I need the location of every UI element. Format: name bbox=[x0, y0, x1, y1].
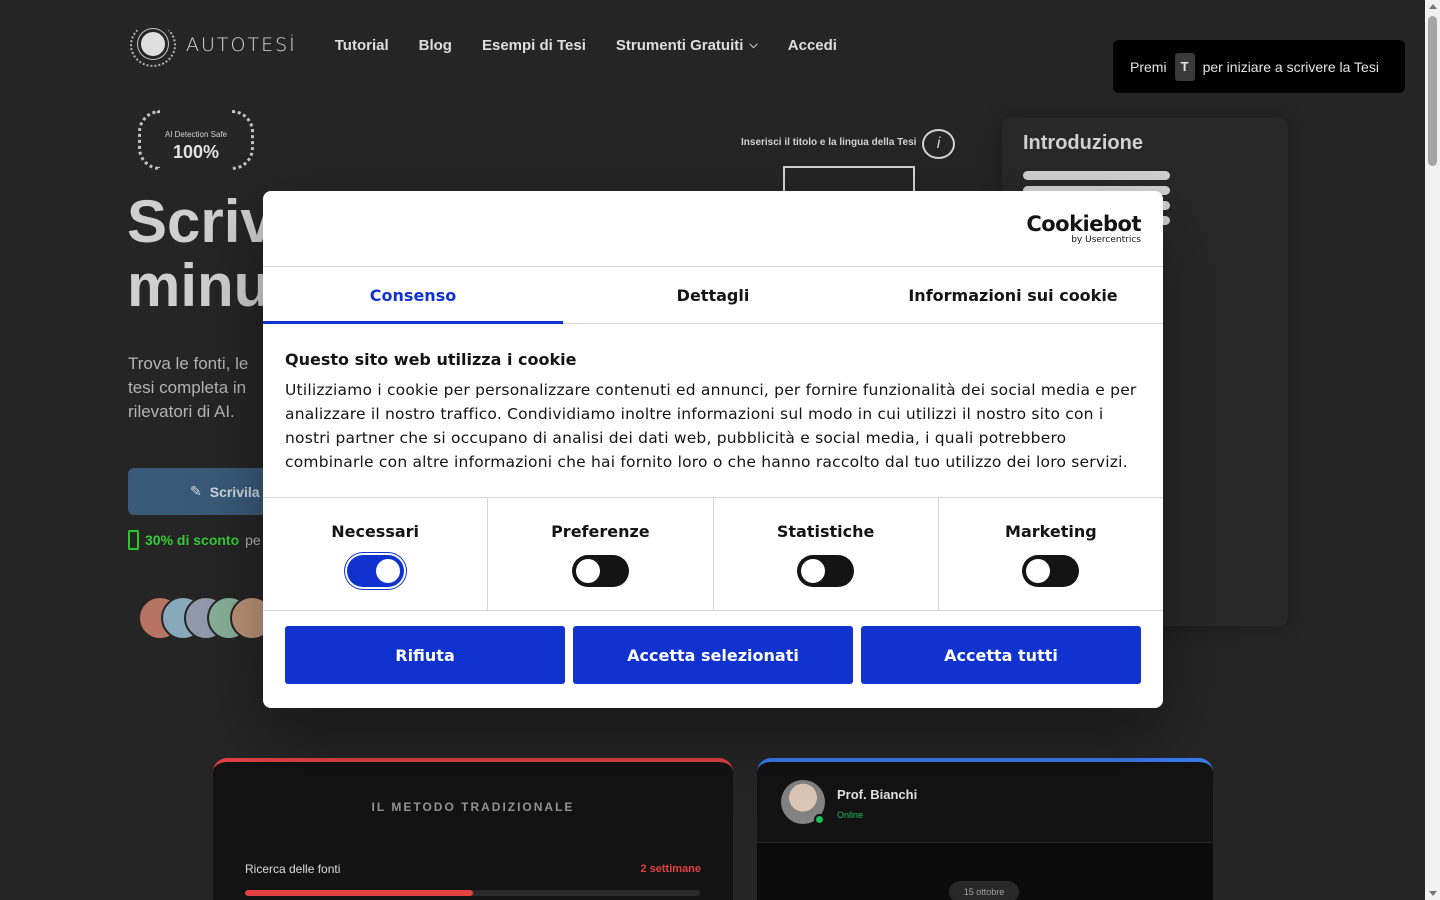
cookiebot-logo-subtext: by Usercentrics bbox=[1071, 235, 1141, 245]
category-label: Statistiche bbox=[776, 522, 875, 541]
dialog-tabs: Consenso Dettagli Informazioni sui cooki… bbox=[263, 267, 1163, 324]
reject-button[interactable]: Rifiuta bbox=[285, 626, 565, 684]
toggle-knob bbox=[375, 559, 400, 583]
tab-dettagli[interactable]: Dettagli bbox=[563, 267, 863, 323]
cookie-consent-dialog: Cookiebot by Usercentrics Consenso Detta… bbox=[263, 191, 1163, 708]
category-label: Marketing bbox=[1005, 522, 1097, 541]
category-necessari: Necessari bbox=[263, 498, 489, 610]
category-preferenze: Preferenze bbox=[488, 498, 714, 610]
accept-selected-button[interactable]: Accetta selezionati bbox=[573, 626, 853, 684]
cookie-categories: Necessari Preferenze Statistiche Marketi… bbox=[263, 498, 1163, 611]
statistiche-toggle[interactable] bbox=[797, 555, 855, 587]
consent-heading: Questo sito web utilizza i cookie bbox=[285, 350, 577, 369]
toggle-knob bbox=[575, 559, 600, 583]
dialog-header: Cookiebot by Usercentrics bbox=[263, 191, 1163, 267]
category-statistiche: Statistiche bbox=[714, 498, 939, 610]
scroll-up-arrow-icon[interactable] bbox=[1429, 4, 1437, 9]
marketing-toggle[interactable] bbox=[1022, 555, 1080, 587]
consent-body: Utilizziamo i cookie per personalizzare … bbox=[285, 381, 1137, 471]
cookiebot-logo-text: Cookiebot bbox=[1026, 212, 1141, 236]
tab-informazioni-sui-cookie[interactable]: Informazioni sui cookie bbox=[863, 267, 1163, 323]
consent-text: Questo sito web utilizza i cookie Utiliz… bbox=[263, 324, 1163, 498]
cookiebot-logo[interactable]: Cookiebot by Usercentrics bbox=[1026, 213, 1141, 245]
category-marketing: Marketing bbox=[939, 498, 1163, 610]
toggle-knob bbox=[1026, 559, 1051, 583]
category-label: Necessari bbox=[331, 522, 420, 541]
dialog-actions: Rifiuta Accetta selezionati Accetta tutt… bbox=[263, 611, 1163, 684]
tab-consenso[interactable]: Consenso bbox=[263, 267, 563, 324]
toggle-knob bbox=[801, 559, 826, 583]
accept-all-button[interactable]: Accetta tutti bbox=[861, 626, 1141, 684]
necessari-toggle[interactable] bbox=[346, 555, 404, 587]
category-label: Preferenze bbox=[551, 522, 650, 541]
scroll-down-arrow-icon[interactable] bbox=[1429, 891, 1437, 896]
preferenze-toggle[interactable] bbox=[571, 555, 629, 587]
page-scrollbar[interactable] bbox=[1425, 0, 1440, 900]
scrollbar-thumb[interactable] bbox=[1428, 16, 1437, 166]
